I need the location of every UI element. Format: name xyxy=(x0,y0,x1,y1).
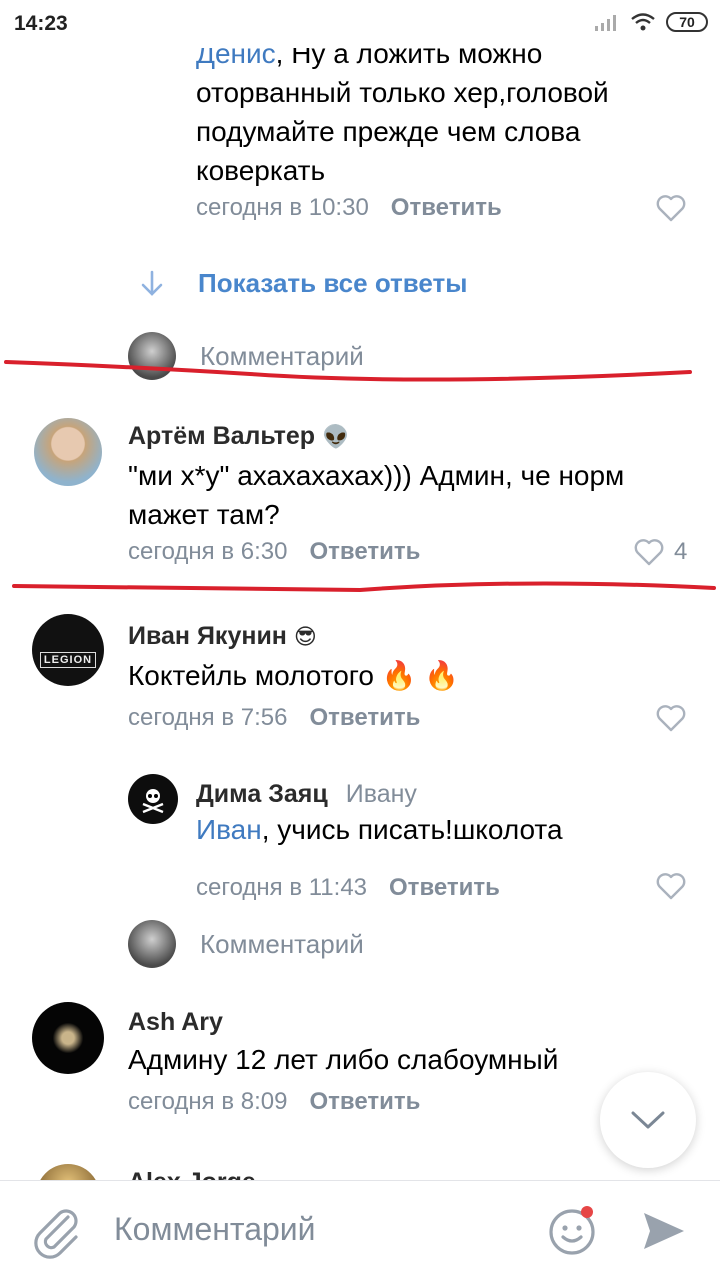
heart-icon xyxy=(656,873,686,900)
heart-icon xyxy=(656,705,686,732)
avatar[interactable] xyxy=(32,1002,104,1074)
comment-input[interactable]: Комментарий xyxy=(114,1211,316,1248)
reply-button[interactable]: Ответить xyxy=(309,538,420,565)
avatar[interactable]: LEGION xyxy=(32,614,104,686)
avatar xyxy=(128,920,176,968)
scroll-down-button[interactable] xyxy=(600,1072,696,1168)
sunglasses-emoji-icon: 😎 xyxy=(293,624,317,649)
avatar[interactable] xyxy=(36,1164,100,1180)
author-name[interactable]: Ash Ary xyxy=(128,1008,223,1037)
comment-meta: сегодня в 10:30 Ответить xyxy=(196,194,502,222)
avatar xyxy=(128,332,176,380)
comment-text: Денис, Ну а ложить можно оторванный толь… xyxy=(196,48,676,190)
author-name[interactable]: Дима Заяц Ивану xyxy=(196,780,417,809)
comment-meta: сегодня в 7:56 Ответить xyxy=(128,704,420,732)
emoji-icon[interactable] xyxy=(546,1203,600,1257)
battery-icon: 70 xyxy=(666,12,708,32)
comment-text: Коктейль молотого 🔥 🔥 xyxy=(128,660,460,691)
author-name[interactable]: Alex Jorge xyxy=(128,1168,256,1180)
annotation-line xyxy=(12,581,716,593)
comment-item: LEGION Иван Якунин 😎 Коктейль молотого 🔥… xyxy=(0,608,720,738)
status-icons: 70 xyxy=(594,12,708,32)
reply-comment: Дима Заяц Ивану Иван, учись писать!школот… xyxy=(0,768,720,901)
like-button[interactable] xyxy=(656,872,686,900)
reply-to-label[interactable]: Ивану xyxy=(346,780,417,808)
like-button[interactable]: 4 xyxy=(634,538,687,566)
reply-button[interactable]: Ответить xyxy=(389,874,500,901)
author-name[interactable]: Иван Якунин 😎 xyxy=(128,622,317,651)
arrow-down-icon xyxy=(141,270,163,296)
avatar[interactable] xyxy=(34,418,102,486)
skull-icon xyxy=(142,789,164,814)
comment-composer: Комментарий xyxy=(0,1180,720,1280)
comment-time: сегодня в 11:43 xyxy=(196,874,368,901)
status-time: 14:23 xyxy=(14,12,68,35)
comment-time: сегодня в 8:09 xyxy=(128,1088,288,1115)
reply-button[interactable]: Ответить xyxy=(391,194,502,221)
reply-button[interactable]: Ответить xyxy=(309,1088,420,1115)
reply-input-placeholder: Комментарий xyxy=(200,340,364,371)
reply-comment: Денис, Ну а ложить можно оторванный толь… xyxy=(0,48,720,248)
show-all-replies-button[interactable]: Показать все ответы xyxy=(140,268,467,299)
mention-link[interactable]: Иван xyxy=(196,814,262,845)
send-icon[interactable] xyxy=(640,1207,688,1255)
like-button[interactable] xyxy=(656,704,686,732)
reply-input-placeholder: Комментарий xyxy=(200,928,364,959)
comment-item: Артём Вальтер 👽 "ми х*у" ахахахахах))) А… xyxy=(0,408,720,568)
comment-meta: сегодня в 11:43 Ответить xyxy=(196,874,500,902)
avatar[interactable] xyxy=(128,774,178,824)
status-bar: 14:23 70 xyxy=(0,0,720,48)
chevron-down-icon xyxy=(631,1111,665,1129)
comment-meta: сегодня в 6:30 Ответить xyxy=(128,538,420,566)
comment-text: "ми х*у" ахахахахах))) Админ, че норм ма… xyxy=(128,460,625,530)
comment-time: сегодня в 6:30 xyxy=(128,538,288,565)
like-count: 4 xyxy=(674,538,688,565)
reply-input-stub[interactable]: Комментарий xyxy=(128,920,364,968)
reply-input-stub[interactable]: Комментарий xyxy=(128,332,364,380)
avatar-logo-text: LEGION xyxy=(39,652,97,668)
comment-text: Админу 12 лет либо слабоумный xyxy=(128,1044,559,1075)
like-button[interactable] xyxy=(656,194,686,222)
alien-emoji-icon: 👽 xyxy=(321,424,350,449)
signal-icon xyxy=(595,15,616,31)
reply-button[interactable]: Ответить xyxy=(309,704,420,731)
show-all-replies-label: Показать все ответы xyxy=(198,268,468,298)
comment-text: Иван, учись писать!школота xyxy=(196,814,563,845)
wifi-icon xyxy=(631,13,655,31)
comment-meta: сегодня в 8:09 Ответить xyxy=(128,1088,420,1116)
paperclip-icon[interactable] xyxy=(32,1205,82,1259)
heart-icon xyxy=(634,539,664,566)
mention-link[interactable]: Денис xyxy=(196,48,276,69)
comment-time: сегодня в 7:56 xyxy=(128,704,288,731)
comments-feed[interactable]: Денис, Ну а ложить можно оторванный толь… xyxy=(0,48,720,1180)
author-name[interactable]: Артём Вальтер 👽 xyxy=(128,422,349,451)
comment-time: сегодня в 10:30 xyxy=(196,194,369,221)
comment-item: Alex Jorge xyxy=(0,1162,720,1180)
heart-icon xyxy=(656,195,686,222)
